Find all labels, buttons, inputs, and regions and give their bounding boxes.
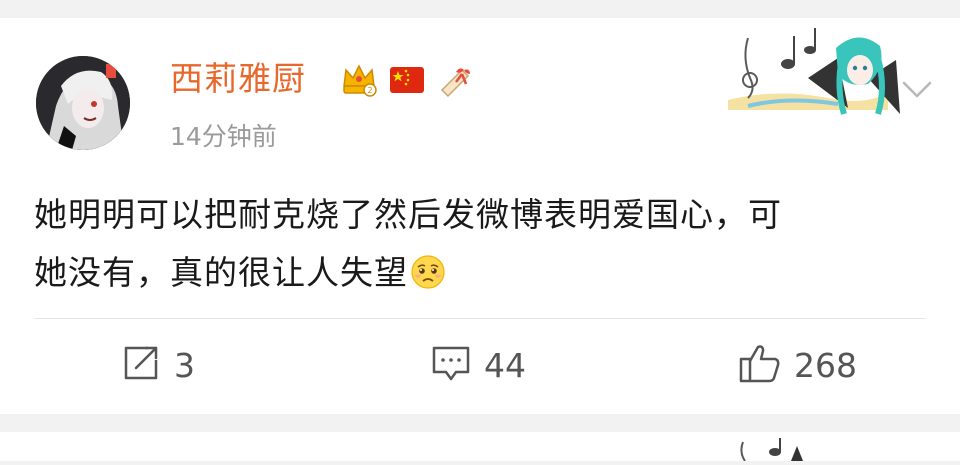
comment-button[interactable]: 44: [430, 340, 526, 390]
thumbs-up-icon: [738, 341, 782, 389]
like-button[interactable]: 268: [738, 340, 857, 390]
next-post-card-peek: [0, 432, 960, 462]
chevron-down-icon[interactable]: [898, 74, 936, 104]
avatar[interactable]: [36, 56, 130, 150]
vip-crown-icon[interactable]: 2: [340, 62, 378, 98]
svg-text:2: 2: [367, 86, 372, 95]
china-flag-icon[interactable]: [388, 62, 426, 98]
next-card-decoration-image: [735, 438, 805, 462]
comment-count: 44: [484, 345, 526, 385]
post-timestamp: 14分钟前: [170, 122, 277, 151]
post-text: 她明明可以把耐克烧了然后发微博表明爱国心，可 她没有，真的很让人失望: [34, 186, 934, 302]
card-decoration-image: [718, 18, 918, 120]
repost-button[interactable]: 3: [120, 340, 195, 390]
weibo-post-card: 西莉雅厨 2 14分钟前 她明明可以把耐克烧了然后发微博表明爱国心，可 她没有，…: [0, 18, 960, 414]
username[interactable]: 西莉雅厨: [170, 56, 306, 102]
sad-face-emoji-icon: [410, 250, 446, 289]
like-count: 268: [794, 345, 857, 385]
avatar-image: [36, 56, 130, 150]
post-text-line-1: 她明明可以把耐克烧了然后发微博表明爱国心，可: [34, 195, 782, 234]
divider: [34, 318, 926, 319]
repost-icon: [120, 342, 162, 388]
scroll-ribbon-icon[interactable]: [436, 62, 474, 98]
repost-count: 3: [174, 345, 195, 385]
post-text-line-2: 她没有，真的很让人失望: [34, 244, 934, 302]
comment-icon: [430, 342, 472, 388]
post-text-line-2-content: 她没有，真的很让人失望: [34, 253, 408, 292]
